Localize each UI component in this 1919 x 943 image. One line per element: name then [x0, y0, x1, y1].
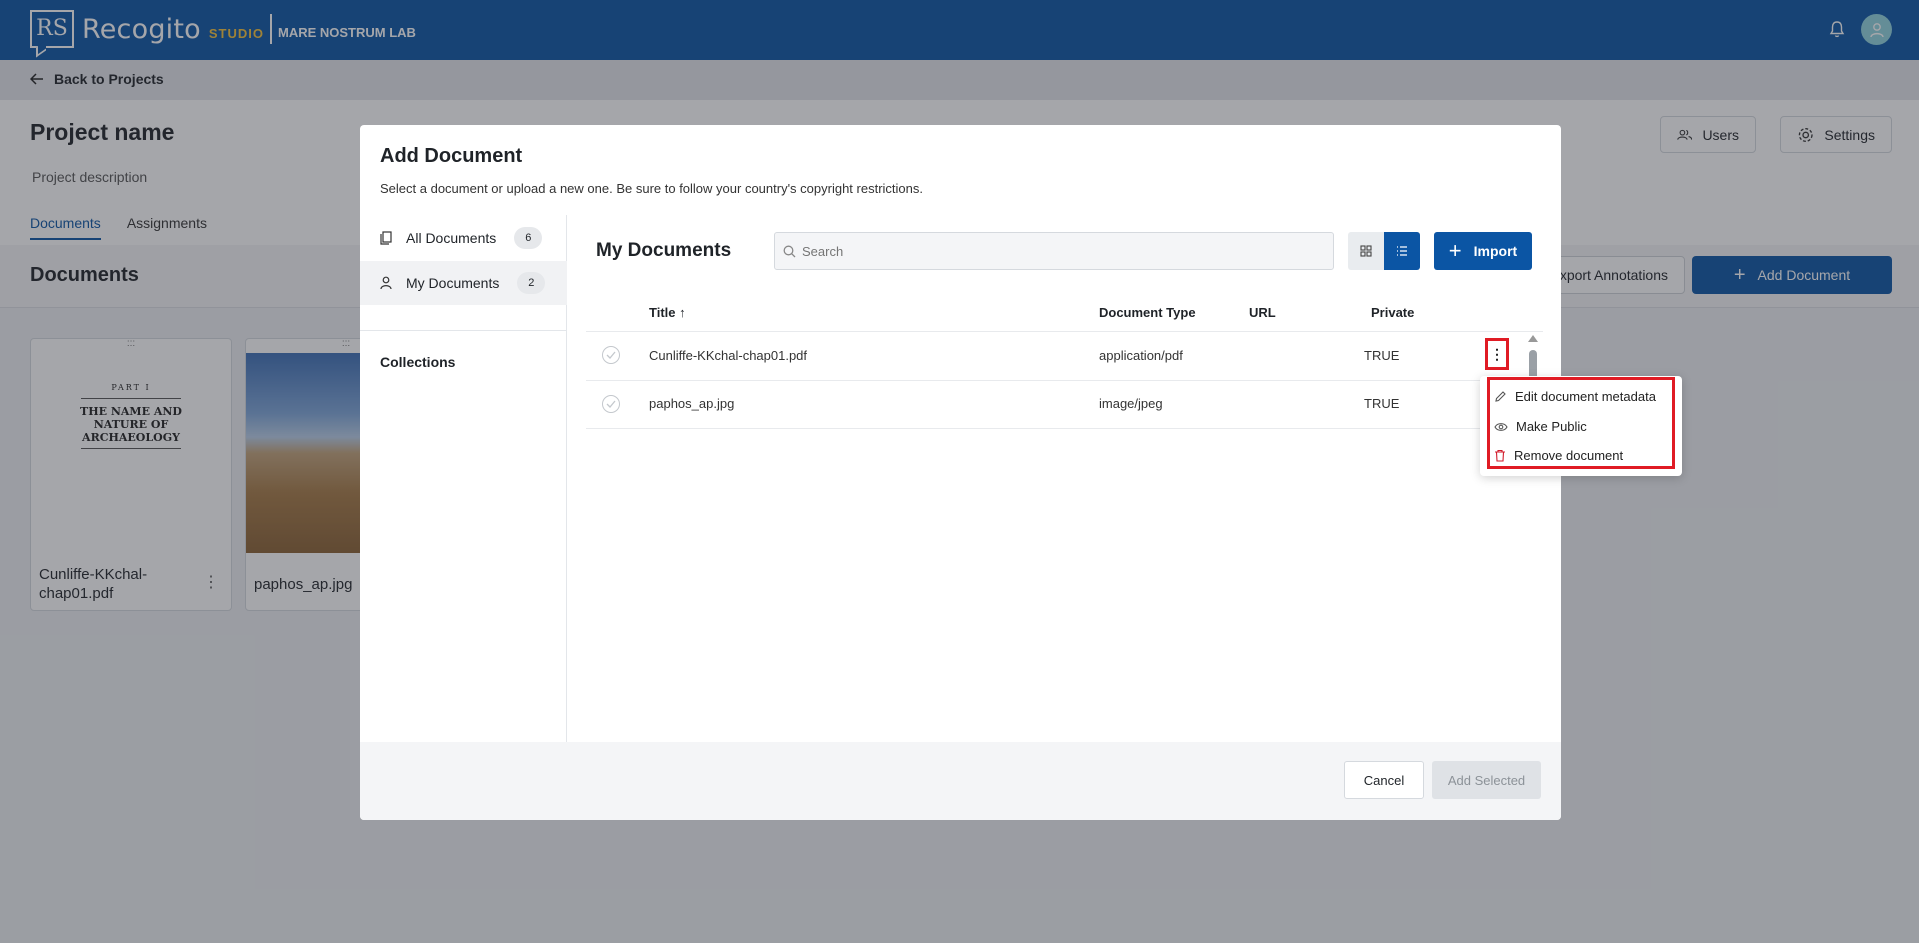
grid-icon [1360, 245, 1372, 257]
row-select-checkbox[interactable] [602, 346, 620, 364]
dialog-subtitle: Select a document or upload a new one. B… [380, 181, 923, 196]
sidebar-item-all-documents[interactable]: All Documents 6 [360, 216, 567, 260]
grid-view-toggle[interactable] [1348, 232, 1384, 270]
check-icon [606, 351, 616, 359]
count-badge: 6 [514, 227, 543, 249]
sidebar-item-my-documents[interactable]: My Documents 2 [360, 261, 567, 305]
column-title-label: Title [649, 305, 676, 320]
scroll-up-arrow-icon[interactable] [1528, 335, 1538, 342]
menu-item-edit-metadata[interactable]: Edit document metadata [1494, 389, 1656, 404]
trash-icon [1495, 449, 1505, 462]
collections-heading[interactable]: Collections [380, 354, 455, 370]
documents-icon [380, 231, 392, 245]
search-input[interactable] [802, 243, 1302, 259]
import-label: Import [1473, 243, 1518, 259]
column-header-url[interactable]: URL [1249, 305, 1276, 320]
check-icon [606, 400, 616, 408]
eye-icon [1494, 422, 1508, 431]
sidebar-item-label: My Documents [406, 275, 500, 291]
add-selected-button[interactable]: Add Selected [1432, 761, 1541, 799]
row-title: paphos_ap.jpg [649, 396, 735, 411]
dialog-footer: Cancel Add Selected [360, 742, 1561, 820]
plus-icon: + [1448, 238, 1462, 263]
row-actions-menu: Edit document metadata Make Public Remov… [1480, 376, 1682, 476]
row-document-type: image/jpeg [1099, 396, 1163, 411]
table-divider [586, 428, 1543, 429]
search-icon [783, 245, 796, 257]
count-badge: 2 [517, 272, 546, 294]
list-icon [1397, 246, 1407, 256]
column-header-document-type[interactable]: Document Type [1099, 305, 1196, 320]
row-private: TRUE [1364, 348, 1400, 363]
row-more-actions-button[interactable]: ⋮ [1485, 338, 1509, 370]
table-divider [586, 331, 1543, 332]
add-document-dialog: Add Document Select a document or upload… [360, 125, 1561, 820]
list-view-toggle[interactable] [1384, 232, 1420, 270]
cancel-button[interactable]: Cancel [1344, 761, 1424, 799]
row-private: TRUE [1364, 396, 1400, 411]
menu-item-label: Remove document [1514, 448, 1624, 463]
sort-arrow-icon: ↑ [679, 305, 686, 320]
table-divider [586, 380, 1543, 381]
row-title: Cunliffe-KKchal-chap01.pdf [649, 348, 808, 363]
search-field[interactable] [774, 232, 1334, 270]
dialog-title: Add Document [380, 145, 523, 167]
row-document-type: application/pdf [1099, 348, 1183, 363]
menu-item-make-public[interactable]: Make Public [1494, 419, 1587, 434]
pencil-icon [1495, 391, 1506, 402]
dialog-sidebar: All Documents 6 My Documents 2 Collectio… [360, 215, 567, 742]
my-documents-heading: My Documents [596, 240, 732, 261]
user-icon [380, 276, 392, 290]
column-header-private[interactable]: Private [1371, 305, 1414, 320]
menu-item-label: Make Public [1516, 419, 1587, 434]
import-button[interactable]: + Import [1434, 232, 1532, 270]
sidebar-divider [360, 330, 567, 331]
sidebar-item-label: All Documents [406, 230, 497, 246]
column-header-title[interactable]: Title ↑ [649, 305, 686, 320]
menu-item-label: Edit document metadata [1515, 389, 1656, 404]
menu-item-remove-document[interactable]: Remove document [1494, 448, 1623, 463]
row-select-checkbox[interactable] [602, 395, 620, 413]
